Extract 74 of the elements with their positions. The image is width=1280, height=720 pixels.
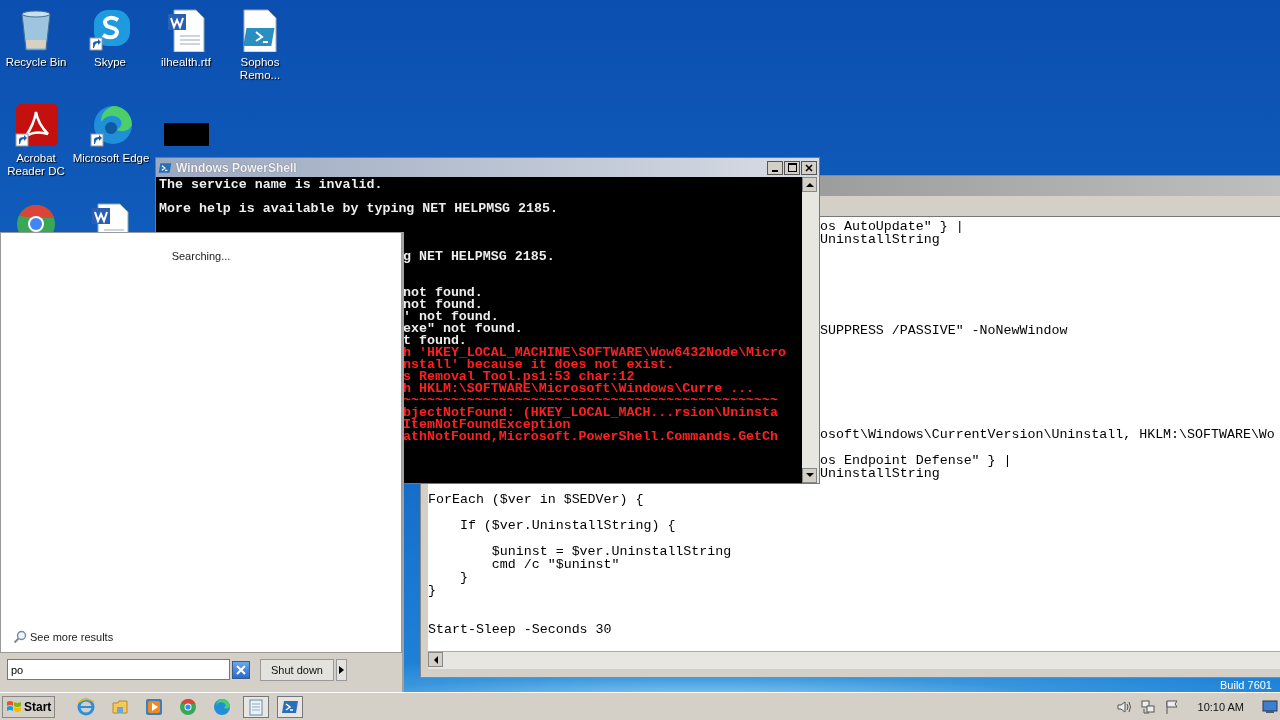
start-button[interactable]: Start bbox=[2, 695, 56, 718]
icon-label[interactable]: Acrobat Reader DC bbox=[2, 152, 70, 178]
console-line: exe" not found. bbox=[403, 321, 523, 336]
code-line: os AutoUpdate" } | bbox=[820, 219, 964, 234]
icon-label[interactable]: ilhealth.rtf bbox=[161, 56, 211, 69]
folder-icon bbox=[111, 697, 130, 716]
code-line: UninstallString bbox=[820, 232, 940, 247]
code-line: os Endpoint Defense" } | bbox=[820, 453, 1012, 468]
redaction-bar bbox=[163, 123, 209, 146]
minimize-icon bbox=[772, 169, 778, 172]
clear-search-button[interactable] bbox=[232, 660, 250, 679]
console-line: g NET HELPMSG 2185. bbox=[403, 249, 555, 264]
browser-icon bbox=[77, 697, 96, 716]
console-line: not found. bbox=[403, 285, 483, 300]
speaker-icon[interactable] bbox=[1115, 698, 1132, 715]
notepad-icon bbox=[247, 697, 266, 716]
console-line: t found. bbox=[403, 333, 467, 348]
console-line: ~~~~~~~~~~~~~~~~~~~~~~~~~~~~~~~~~~~~~~~~~~~~~~~ bbox=[403, 393, 779, 408]
terminal-icon bbox=[158, 160, 172, 175]
close-icon bbox=[236, 664, 246, 675]
code-line: Start-Sleep -Seconds 30 bbox=[428, 622, 612, 637]
console-line: bjectNotFound: (HKEY_LOCAL_MACH...rsion\Uninsta bbox=[403, 405, 779, 420]
close-icon bbox=[805, 163, 813, 172]
shut-down-button[interactable]: Shut down bbox=[260, 658, 334, 681]
windows-flag-icon bbox=[6, 698, 22, 715]
code-line: ForEach ($ver in $SEDVer) { bbox=[428, 492, 644, 507]
code-line: } bbox=[428, 583, 436, 598]
taskbar-button[interactable] bbox=[277, 695, 304, 718]
minimize-button[interactable] bbox=[767, 160, 783, 175]
searching-status: Searching... bbox=[171, 250, 231, 262]
browser-icon bbox=[213, 697, 232, 716]
console-line: More help is available by typing NET HELPMSG 2185. bbox=[159, 201, 558, 216]
icon-label[interactable]: Sophos Remo... bbox=[224, 56, 296, 82]
down-arrow-icon[interactable] bbox=[805, 473, 814, 478]
chat-app-icon bbox=[88, 8, 132, 52]
icon-label[interactable]: Microsoft Edge bbox=[72, 152, 150, 165]
console-line: not found. bbox=[403, 297, 483, 312]
close-button[interactable] bbox=[801, 160, 817, 175]
window-title: Windows PowerShell bbox=[176, 160, 297, 175]
show-desktop-icon[interactable] bbox=[1262, 699, 1278, 714]
console-line: ' not found. bbox=[403, 309, 499, 324]
maximize-button[interactable] bbox=[784, 160, 800, 175]
code-line: osoft\Windows\CurrentVersion\Uninstall, HKLM:\SOFTWARE\Wo bbox=[820, 427, 1275, 442]
up-arrow-icon[interactable] bbox=[805, 182, 814, 187]
media-player-icon bbox=[145, 697, 164, 716]
clock[interactable]: 10:10 AM bbox=[1197, 700, 1244, 713]
see-more-results-link[interactable]: See more results bbox=[13, 630, 114, 644]
code-line: SUPPRESS /PASSIVE" -NoNewWindow bbox=[820, 323, 1068, 338]
network-icon[interactable] bbox=[1139, 698, 1156, 715]
pdf-icon bbox=[14, 104, 58, 148]
code-line: } bbox=[458, 570, 468, 585]
browser-icon bbox=[179, 697, 198, 716]
vertical-scrollbar[interactable] bbox=[802, 177, 819, 483]
icon-label[interactable]: Skype bbox=[94, 56, 126, 69]
caret-icon bbox=[339, 665, 344, 674]
search-icon bbox=[13, 630, 27, 644]
shut-down-options-button[interactable] bbox=[336, 658, 347, 681]
maximize-icon bbox=[787, 163, 797, 172]
left-arrow-icon[interactable] bbox=[432, 655, 439, 664]
code-line: If ($ver.UninstallString) { bbox=[458, 518, 676, 533]
taskbar-button[interactable] bbox=[243, 695, 270, 718]
search-field[interactable]: po bbox=[7, 659, 230, 680]
console-line: nstall' because it does not exist. bbox=[403, 357, 675, 372]
console-line: s Removal Tool.ps1:53 char:12 bbox=[403, 369, 635, 384]
horizontal-scrollbar[interactable] bbox=[428, 651, 1280, 669]
code-line: cmd /c "$uninst" bbox=[490, 557, 620, 572]
console-line: h 'HKEY_LOCAL_MACHINE\SOFTWARE\Wow6432Node\Micro bbox=[403, 345, 786, 360]
icon-label[interactable]: Recycle Bin bbox=[5, 56, 67, 69]
flag-icon[interactable] bbox=[1163, 698, 1180, 715]
code-line: UninstallString bbox=[820, 466, 940, 481]
console-line: The service name is invalid. bbox=[159, 177, 383, 192]
code-line: $uninst = $ver.UninstallString bbox=[490, 544, 732, 559]
build-label: Build 7601 bbox=[1220, 679, 1272, 691]
browser-icon bbox=[89, 104, 133, 148]
